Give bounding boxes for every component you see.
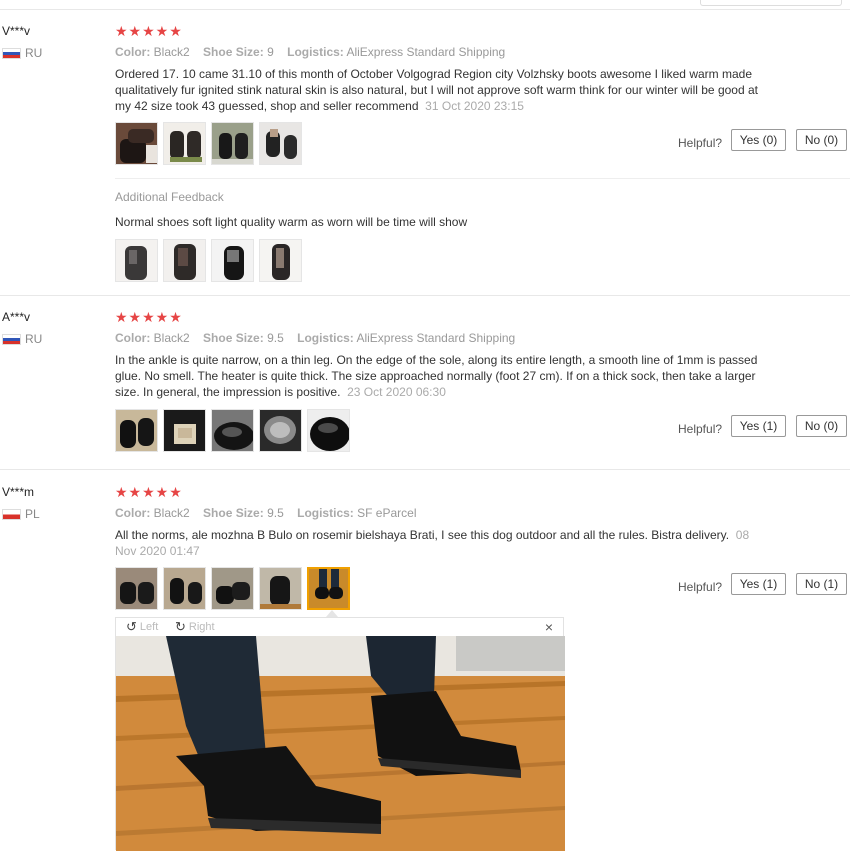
review-divider bbox=[0, 469, 850, 470]
photo-thumbnail[interactable] bbox=[211, 567, 254, 610]
photo-thumbnail[interactable] bbox=[163, 409, 206, 452]
photo-thumbnail[interactable] bbox=[307, 409, 350, 452]
review-text: All the norms, ale mozhna B Bulo on rose… bbox=[115, 527, 770, 559]
size-value: 9.5 bbox=[267, 331, 284, 345]
close-icon[interactable]: × bbox=[545, 619, 553, 635]
review-divider bbox=[0, 295, 850, 296]
color-label: Color: bbox=[115, 506, 151, 520]
country-code: RU bbox=[25, 46, 43, 60]
logistics-value: AliExpress Standard Shipping bbox=[346, 45, 506, 59]
review-photos bbox=[115, 409, 350, 452]
logistics-label: Logistics: bbox=[297, 331, 354, 345]
photo-thumbnail-selected[interactable] bbox=[307, 567, 350, 610]
star-rating: ★★★★★ bbox=[115, 23, 183, 39]
photo-thumbnail[interactable] bbox=[211, 409, 254, 452]
additional-feedback-heading: Additional Feedback bbox=[115, 190, 224, 204]
color-value: Black2 bbox=[153, 331, 190, 345]
helpful-yes-button[interactable]: Yes (1) bbox=[731, 573, 786, 595]
photo-viewer: ↺ Left ↻ Right × bbox=[115, 617, 565, 851]
photo-thumbnail[interactable] bbox=[163, 239, 206, 282]
country-code: RU bbox=[25, 332, 43, 346]
star-rating: ★★★★★ bbox=[115, 309, 183, 325]
size-label: Shoe Size: bbox=[203, 506, 264, 520]
size-value: 9 bbox=[267, 45, 274, 59]
feedback-divider bbox=[115, 178, 850, 179]
reviewer-name: A***v bbox=[2, 310, 31, 324]
photo-thumbnail[interactable] bbox=[163, 122, 206, 165]
reviewer-country: RU bbox=[2, 332, 42, 346]
viewer-toolbar: ↺ Left ↻ Right × bbox=[116, 618, 563, 636]
review-body: All the norms, ale mozhna B Bulo on rose… bbox=[115, 528, 730, 542]
additional-feedback-text: Normal shoes soft light quality warm as … bbox=[115, 215, 468, 229]
enlarged-photo bbox=[116, 636, 565, 851]
color-value: Black2 bbox=[153, 45, 190, 59]
reviewer-name: V***m bbox=[2, 485, 35, 499]
photo-thumbnail[interactable] bbox=[115, 409, 158, 452]
photo-thumbnail[interactable] bbox=[259, 239, 302, 282]
logistics-value: AliExpress Standard Shipping bbox=[356, 331, 516, 345]
rotate-left-icon: ↺ bbox=[126, 619, 137, 634]
reviewer-name: V***v bbox=[2, 24, 31, 38]
color-label: Color: bbox=[115, 331, 151, 345]
review-photos bbox=[115, 122, 302, 165]
rotate-right-label: Right bbox=[188, 621, 215, 633]
size-value: 9.5 bbox=[267, 506, 284, 520]
review-date: 31 Oct 2020 23:15 bbox=[425, 99, 524, 113]
helpful-no-button[interactable]: No (0) bbox=[796, 415, 847, 437]
photo-thumbnail[interactable] bbox=[115, 567, 158, 610]
color-value: Black2 bbox=[153, 506, 190, 520]
review-text: In the ankle is quite narrow, on a thin … bbox=[115, 352, 770, 400]
rotate-right-button[interactable]: ↻ Right bbox=[175, 619, 215, 634]
sort-dropdown[interactable] bbox=[700, 0, 842, 6]
size-label: Shoe Size: bbox=[203, 331, 264, 345]
reviewer-country: PL bbox=[2, 507, 40, 521]
photo-thumbnail[interactable] bbox=[115, 239, 158, 282]
rotate-left-button[interactable]: ↺ Left bbox=[126, 619, 159, 634]
photo-thumbnail[interactable] bbox=[259, 122, 302, 165]
review-meta: Color: Black2 Shoe Size: 9 Logistics: Al… bbox=[115, 45, 505, 59]
russia-flag-icon bbox=[2, 47, 21, 59]
helpful-yes-button[interactable]: Yes (1) bbox=[731, 415, 786, 437]
country-code: PL bbox=[25, 507, 40, 521]
photo-thumbnail[interactable] bbox=[163, 567, 206, 610]
helpful-no-button[interactable]: No (0) bbox=[796, 129, 847, 151]
review-date: 23 Oct 2020 06:30 bbox=[347, 385, 446, 399]
helpful-label: Helpful? bbox=[678, 580, 723, 594]
helpful-label: Helpful? bbox=[678, 422, 723, 436]
size-label: Shoe Size: bbox=[203, 45, 264, 59]
poland-flag-icon bbox=[2, 508, 21, 520]
photo-thumbnail[interactable] bbox=[211, 122, 254, 165]
logistics-value: SF eParcel bbox=[357, 506, 417, 520]
reviewer-country: RU bbox=[2, 46, 42, 60]
viewer-pointer bbox=[326, 610, 338, 617]
helpful-no-button[interactable]: No (1) bbox=[796, 573, 847, 595]
rotate-right-icon: ↻ bbox=[175, 619, 186, 634]
rotate-left-label: Left bbox=[139, 621, 159, 633]
photo-thumbnail[interactable] bbox=[115, 122, 158, 165]
review-meta: Color: Black2 Shoe Size: 9.5 Logistics: … bbox=[115, 331, 515, 345]
feedback-photos bbox=[115, 239, 302, 282]
helpful-label: Helpful? bbox=[678, 136, 723, 150]
logistics-label: Logistics: bbox=[297, 506, 354, 520]
russia-flag-icon bbox=[2, 333, 21, 345]
helpful-yes-button[interactable]: Yes (0) bbox=[731, 129, 786, 151]
photo-thumbnail[interactable] bbox=[259, 567, 302, 610]
photo-thumbnail[interactable] bbox=[259, 409, 302, 452]
review-text: Ordered 17. 10 came 31.10 of this month … bbox=[115, 66, 770, 114]
photo-thumbnail[interactable] bbox=[211, 239, 254, 282]
color-label: Color: bbox=[115, 45, 151, 59]
review-photos bbox=[115, 567, 350, 610]
logistics-label: Logistics: bbox=[287, 45, 344, 59]
star-rating: ★★★★★ bbox=[115, 484, 183, 500]
review-meta: Color: Black2 Shoe Size: 9.5 Logistics: … bbox=[115, 506, 416, 520]
